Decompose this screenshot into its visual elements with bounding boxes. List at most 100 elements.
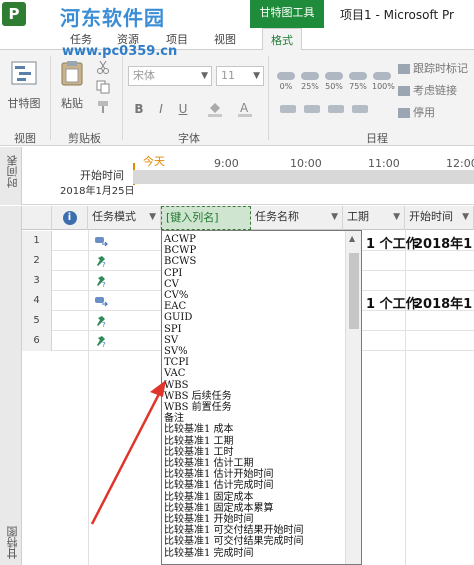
column-name-dropdown[interactable]: ACWP BCWP BCWS CPI CV CV% EAC GUID SPI SV SV% TCPI V… xyxy=(161,230,362,565)
percent-0-button[interactable]: 0% xyxy=(276,72,296,91)
title-bar: P 河东软件园 甘特图工具 项目1 - Microsoft Pr xyxy=(0,0,474,30)
start-cell[interactable]: 2018年1 xyxy=(414,233,472,252)
percent-label: 100% xyxy=(372,82,395,91)
inactivate-button[interactable]: 停用 xyxy=(398,104,435,120)
font-name-select[interactable]: 宋体 ▼ xyxy=(128,66,212,86)
manual-scheduled-pin-icon: ? xyxy=(97,276,106,288)
paste-label: 粘贴 xyxy=(61,97,83,110)
dropdown-option[interactable]: CV xyxy=(164,279,179,291)
auto-scheduled-icon xyxy=(95,237,108,247)
dropdown-option[interactable]: BCWS xyxy=(164,257,196,268)
scrollbar-thumb[interactable] xyxy=(349,253,359,329)
duration-cell[interactable]: 1 个工作 xyxy=(366,293,419,312)
dropdown-option[interactable]: 比较基准1 工时 xyxy=(164,447,234,459)
inactivate-icon xyxy=(398,108,410,118)
dropdown-option[interactable]: BCWP xyxy=(164,245,196,257)
dropdown-option[interactable]: CV% xyxy=(164,290,188,302)
dropdown-option[interactable]: SV xyxy=(164,335,178,347)
timeline-start-label: 开始时间 xyxy=(80,169,124,182)
clipboard-icon xyxy=(61,61,83,86)
row-number: 3 xyxy=(22,271,52,291)
dropdown-option[interactable]: 比较基准1 固定成本累算 xyxy=(164,503,274,515)
dropdown-option[interactable]: 比较基准1 完成时间 xyxy=(164,548,254,560)
percent-75-button[interactable]: 75% xyxy=(348,72,368,91)
svg-text:?: ? xyxy=(102,321,106,328)
ribbon-divider xyxy=(268,56,269,140)
font-size-select[interactable]: 11 ▼ xyxy=(216,66,264,86)
dropdown-option[interactable]: WBS xyxy=(164,380,188,392)
schedule-item-label: 停用 xyxy=(413,106,435,119)
row-number: 4 xyxy=(22,291,52,311)
dropdown-option[interactable]: WBS 后续任务 xyxy=(164,391,232,403)
dropdown-option[interactable]: 比较基准1 固定成本 xyxy=(164,492,254,504)
gantt-side-label: 甘特图 xyxy=(6,526,19,559)
percent-100-button[interactable]: 100% xyxy=(372,72,395,91)
percent-50-button[interactable]: 50% xyxy=(324,72,344,91)
gantt-chart-button[interactable]: 甘特图 xyxy=(4,58,44,111)
dropdown-option[interactable]: 比较基准1 可交付结果完成时间 xyxy=(164,537,304,548)
start-column-header[interactable]: 开始时间 ▼ xyxy=(405,206,474,230)
chevron-down-icon: ▼ xyxy=(149,212,156,222)
bold-button[interactable]: B xyxy=(130,100,148,118)
dropdown-option[interactable]: ACWP xyxy=(164,234,196,246)
dropdown-option[interactable]: SPI xyxy=(164,324,182,336)
dropdown-option[interactable]: TCPI xyxy=(164,357,189,369)
column-label: [键入列名] xyxy=(166,211,219,224)
link-icon xyxy=(398,86,410,96)
cut-icon[interactable] xyxy=(96,60,110,74)
copy-icon[interactable] xyxy=(96,80,110,94)
group-label-font: 字体 xyxy=(178,132,200,145)
dropdown-option[interactable]: 比较基准1 估计完成时间 xyxy=(164,481,274,492)
dropdown-option[interactable]: SV% xyxy=(164,346,188,358)
dropdown-option[interactable]: 比较基准1 成本 xyxy=(164,425,234,436)
duration-cell[interactable]: 1 个工作 xyxy=(366,233,419,252)
svg-text:?: ? xyxy=(102,341,106,348)
column-label: 开始时间 xyxy=(409,210,453,223)
timeline-bar[interactable] xyxy=(133,170,474,184)
dropdown-option[interactable]: EAC xyxy=(164,301,186,313)
italic-button[interactable]: I xyxy=(152,100,170,118)
timeline-side-label: 时间表 xyxy=(6,155,19,188)
dropdown-option[interactable]: CPI xyxy=(164,268,182,280)
dropdown-option[interactable]: GUID xyxy=(164,313,192,324)
dropdown-option[interactable]: 比较基准1 工期 xyxy=(164,436,234,448)
percent-25-button[interactable]: 25% xyxy=(300,72,320,91)
schedule-adjust-icons[interactable] xyxy=(280,102,390,118)
gantt-chart-label: 甘特图 xyxy=(7,97,41,110)
group-label-view: 视图 xyxy=(14,132,36,145)
task-mode-column-header[interactable]: 任务模式 ▼ xyxy=(88,206,161,230)
scroll-up-icon[interactable]: ▲ xyxy=(349,234,355,243)
timeline-start-date: 2018年1月25日 xyxy=(60,186,135,197)
auto-scheduled-icon xyxy=(95,297,108,307)
duration-column-header[interactable]: 工期 ▼ xyxy=(343,206,405,230)
gantt-tools-context-tab: 甘特图工具 xyxy=(250,0,324,28)
tab-format[interactable]: 格式 xyxy=(262,28,302,51)
percent-label: 75% xyxy=(349,82,367,91)
project-logo-icon[interactable]: P xyxy=(2,2,26,26)
timeline-side-tab[interactable]: 时间表 xyxy=(0,147,22,205)
start-cell[interactable]: 2018年1 xyxy=(414,293,472,312)
task-name-column-header[interactable]: 任务名称 ▼ xyxy=(251,206,343,230)
chevron-down-icon: ▼ xyxy=(393,212,400,222)
fill-color-icon[interactable] xyxy=(206,100,224,118)
svg-text:A: A xyxy=(240,101,249,115)
grid-header: i 任务模式 ▼ [键入列名] 任务名称 ▼ 工期 ▼ 开始时间 ▼ xyxy=(22,206,474,230)
ribbon-divider xyxy=(50,56,51,140)
tab-view[interactable]: 视图 xyxy=(214,31,236,47)
font-color-icon[interactable]: A xyxy=(236,100,254,118)
schedule-item-label: 考虑链接 xyxy=(413,84,457,97)
svg-text:?: ? xyxy=(102,261,106,268)
underline-button[interactable]: U xyxy=(174,100,192,118)
dropdown-scrollbar[interactable]: ▲ xyxy=(345,231,361,564)
respect-links-button[interactable]: 考虑链接 xyxy=(398,82,457,98)
gantt-chart-icon xyxy=(11,61,37,85)
mark-on-track-button[interactable]: 跟踪时标记 xyxy=(398,60,468,76)
select-all-corner[interactable] xyxy=(22,206,52,230)
timeline-tick: 12:00 xyxy=(446,157,474,170)
format-painter-icon[interactable] xyxy=(96,100,110,114)
indicator-column-header[interactable]: i xyxy=(52,206,88,230)
paste-button[interactable]: 粘贴 xyxy=(54,58,90,111)
dropdown-option[interactable]: VAC xyxy=(164,369,185,380)
insert-column-header[interactable]: [键入列名] xyxy=(161,206,251,230)
gantt-side-tab[interactable]: 甘特图 xyxy=(0,206,22,565)
